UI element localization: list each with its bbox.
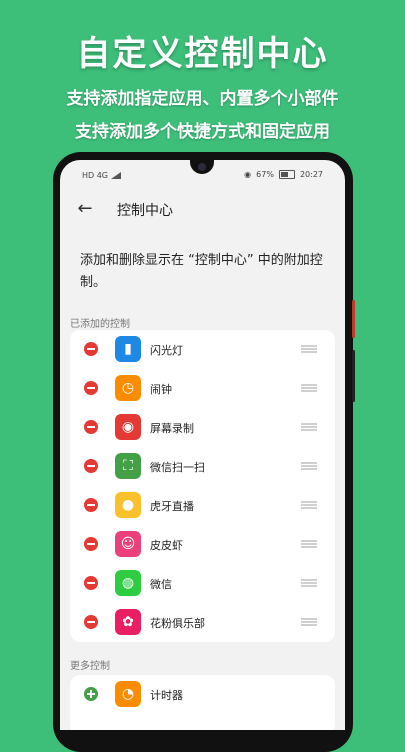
lotus-icon: ✿ xyxy=(115,609,141,635)
list-item[interactable]: ◔ 计时器 xyxy=(70,675,335,714)
description-text: 添加和删除显示在 “控制中心” 中的附加控制。 xyxy=(80,253,323,290)
remove-icon[interactable] xyxy=(84,537,98,551)
clock: 20:27 xyxy=(299,170,323,179)
drag-handle-icon[interactable] xyxy=(301,501,317,509)
remove-icon[interactable] xyxy=(84,342,98,356)
remove-icon[interactable] xyxy=(84,420,98,434)
list-item-label: 计时器 xyxy=(150,689,183,702)
screen-record-icon: ◉ xyxy=(115,414,141,440)
promo-subtitle-1: 支持添加指定应用、内置多个小部件 xyxy=(66,89,339,109)
list-item-label: 屏幕录制 xyxy=(150,422,194,435)
drag-handle-icon[interactable] xyxy=(301,462,317,470)
list-item-label: 微信扫一扫 xyxy=(150,461,205,474)
timer-icon: ◔ xyxy=(115,681,141,707)
promo-title: 自定义控制中心 xyxy=(76,34,329,74)
wechat-scan-icon: ⛶ xyxy=(115,453,141,479)
list-item[interactable]: ✿ 花粉俱乐部 xyxy=(70,603,335,642)
drag-handle-icon[interactable] xyxy=(301,540,317,548)
remove-icon[interactable] xyxy=(84,381,98,395)
remove-icon[interactable] xyxy=(84,459,98,473)
remove-icon[interactable] xyxy=(84,615,98,629)
battery-percent: 67% xyxy=(256,170,274,179)
eye-icon: ◉ xyxy=(244,170,252,179)
power-button xyxy=(352,300,355,338)
list-item-label: 花粉俱乐部 xyxy=(150,617,205,630)
list-item[interactable]: ⛶ 微信扫一扫 xyxy=(70,447,335,486)
drag-handle-icon[interactable] xyxy=(301,345,317,353)
add-icon[interactable] xyxy=(84,687,98,701)
list-item-label: 皮皮虾 xyxy=(150,539,183,552)
list-item-label: 闪光灯 xyxy=(150,344,183,357)
pipixia-icon: ☺ xyxy=(115,531,141,557)
list-item[interactable]: ▮ 闪光灯 xyxy=(70,330,335,369)
list-item-label: 微信 xyxy=(150,578,172,591)
drag-handle-icon[interactable] xyxy=(301,384,317,392)
list-item[interactable]: ☺ 皮皮虾 xyxy=(70,525,335,564)
app-bar: ← 控制中心 xyxy=(60,190,345,230)
flashlight-icon: ▮ xyxy=(115,336,141,362)
battery-icon xyxy=(278,170,295,179)
back-arrow-icon[interactable]: ← xyxy=(74,198,96,220)
remove-icon[interactable] xyxy=(84,498,98,512)
list-item[interactable]: ◍ 微信 xyxy=(70,564,335,603)
remove-icon[interactable] xyxy=(84,576,98,590)
status-bar: HD 4G ◉ 67% 20:27 xyxy=(60,160,345,190)
page-title: 控制中心 xyxy=(117,203,173,219)
volume-button xyxy=(352,350,355,402)
huya-live-icon: ● xyxy=(115,492,141,518)
more-controls-list: ◔ 计时器 xyxy=(70,675,335,730)
added-controls-list: ▮ 闪光灯 ◷ 闹钟 ◉ 屏幕录制 ⛶ 微信扫一扫 ● 虎牙直播 ☺ 皮皮虾 ◍ 微信 ✿ 花粉俱乐部 xyxy=(70,330,335,642)
list-item[interactable]: ● 虎牙直播 xyxy=(70,486,335,525)
alarm-clock-icon: ◷ xyxy=(115,375,141,401)
promo-subtitle-2: 支持添加多个快捷方式和固定应用 xyxy=(75,122,330,142)
network-label: HD 4G xyxy=(82,171,109,180)
list-item[interactable]: ◷ 闹钟 xyxy=(70,369,335,408)
signal-icon xyxy=(111,172,122,179)
list-item[interactable]: ◉ 屏幕录制 xyxy=(70,408,335,447)
phone-screen: HD 4G ◉ 67% 20:27 ← 控制中心 添加和删除显示在 “控制中心”… xyxy=(60,160,345,730)
drag-handle-icon[interactable] xyxy=(301,618,317,626)
more-section-label: 更多控制 xyxy=(70,661,110,672)
wechat-icon: ◍ xyxy=(115,570,141,596)
drag-handle-icon[interactable] xyxy=(301,579,317,587)
list-item-label: 闹钟 xyxy=(150,383,172,396)
added-section-label: 已添加的控制 xyxy=(70,319,130,330)
list-item-label: 虎牙直播 xyxy=(150,500,194,513)
drag-handle-icon[interactable] xyxy=(301,423,317,431)
